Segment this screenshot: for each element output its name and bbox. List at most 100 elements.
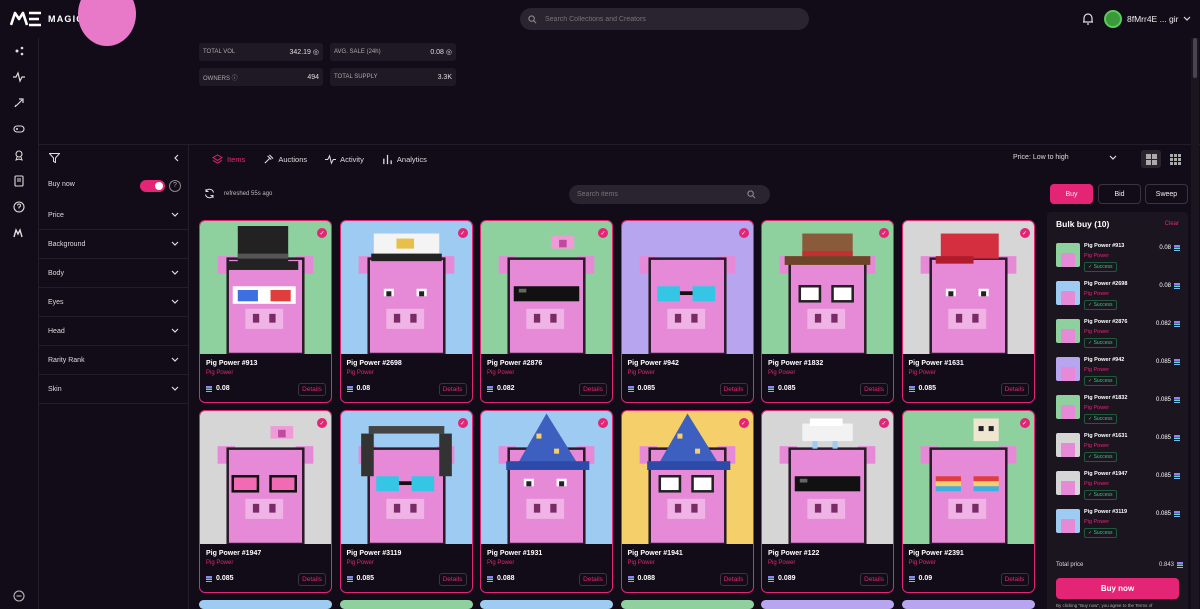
details-button[interactable]: Details xyxy=(860,383,888,396)
settings-circle-icon[interactable] xyxy=(13,590,25,602)
nft-card-partial[interactable] xyxy=(199,600,332,609)
tab-items[interactable]: Items xyxy=(212,154,245,165)
book-icon[interactable] xyxy=(13,175,25,187)
help-icon[interactable] xyxy=(13,201,25,213)
filter-rarity-rank[interactable]: Rarity Rank xyxy=(39,346,189,375)
selected-check-icon[interactable]: ✓ xyxy=(457,228,468,238)
nft-card[interactable]: ✓ Pig Power #913 Pig Power 0.08 Details xyxy=(199,220,332,403)
cart-item[interactable]: Pig Power #1631 Pig Power ✓ Success 0.085 xyxy=(1056,433,1183,463)
selected-check-icon[interactable]: ✓ xyxy=(1019,418,1030,428)
details-button[interactable]: Details xyxy=(860,573,888,586)
nft-collection[interactable]: Pig Power xyxy=(487,560,514,566)
nft-card-partial[interactable] xyxy=(620,600,754,609)
help-icon[interactable]: ? xyxy=(169,180,181,192)
wallet-button[interactable]: 8fMrr4E ... gir xyxy=(1104,10,1191,28)
nft-collection[interactable]: Pig Power xyxy=(347,370,374,376)
nft-card[interactable]: ✓ Pig Power #2391 Pig Power 0.09 Details xyxy=(901,410,1035,593)
nft-collection[interactable]: Pig Power xyxy=(909,370,936,376)
collapse-chevron-left-icon[interactable] xyxy=(173,154,179,162)
refresh-icon[interactable] xyxy=(204,188,215,199)
nft-collection[interactable]: Pig Power xyxy=(628,560,655,566)
cart-item[interactable]: Pig Power #942 Pig Power ✓ Success 0.085 xyxy=(1056,357,1183,387)
details-button[interactable]: Details xyxy=(438,573,467,586)
details-button[interactable]: Details xyxy=(719,573,748,586)
info-icon[interactable]: ⓘ xyxy=(232,76,238,82)
cart-item[interactable]: Pig Power #1947 Pig Power ✓ Success 0.085 xyxy=(1056,471,1183,501)
page-scrollbar[interactable] xyxy=(1191,38,1199,609)
nft-collection[interactable]: Pig Power xyxy=(206,560,233,566)
filter-background[interactable]: Background xyxy=(39,230,189,259)
cart-item[interactable]: Pig Power #1832 Pig Power ✓ Success 0.085 xyxy=(1056,395,1183,425)
buy-now-button[interactable]: Buy now xyxy=(1056,578,1179,599)
award-icon[interactable] xyxy=(13,149,25,161)
nft-card-partial[interactable] xyxy=(901,600,1035,609)
magic-eden-small-icon[interactable] xyxy=(13,227,25,239)
details-button[interactable]: Details xyxy=(579,383,607,396)
grid-small-view-button[interactable] xyxy=(1165,150,1185,168)
nft-card[interactable]: ✓ Pig Power #2876 Pig Power 0.082 Details xyxy=(480,220,613,403)
nft-collection[interactable]: Pig Power xyxy=(347,560,374,566)
sort-dropdown[interactable]: Price: Low to high xyxy=(1013,154,1117,161)
tab-analytics[interactable]: Analytics xyxy=(382,154,427,165)
selected-check-icon[interactable]: ✓ xyxy=(879,418,889,428)
details-button[interactable]: Details xyxy=(438,383,467,396)
selected-check-icon[interactable]: ✓ xyxy=(1019,228,1030,238)
nft-collection[interactable]: Pig Power xyxy=(768,370,795,376)
nft-collection[interactable]: Pig Power xyxy=(628,370,655,376)
buy-mode-button[interactable]: Buy xyxy=(1050,184,1093,204)
items-search[interactable] xyxy=(569,185,770,204)
nft-collection[interactable]: Pig Power xyxy=(909,560,936,566)
selected-check-icon[interactable]: ✓ xyxy=(317,228,327,238)
nft-card-partial[interactable] xyxy=(339,600,473,609)
bid-mode-button[interactable]: Bid xyxy=(1098,184,1141,204)
global-search[interactable] xyxy=(520,8,809,30)
scrollbar-thumb[interactable] xyxy=(1193,38,1197,78)
filter-skin[interactable]: Skin xyxy=(39,375,189,404)
tab-auctions[interactable]: Auctions xyxy=(263,154,307,165)
items-search-input[interactable] xyxy=(577,191,747,198)
filter-body[interactable]: Body xyxy=(39,259,189,288)
nft-collection[interactable]: Pig Power xyxy=(768,560,795,566)
details-button[interactable]: Details xyxy=(719,383,748,396)
details-button[interactable]: Details xyxy=(1000,573,1029,586)
nft-card[interactable]: ✓ Pig Power #1931 Pig Power 0.088 Details xyxy=(480,410,613,593)
filter-eyes[interactable]: Eyes xyxy=(39,288,189,317)
nft-collection[interactable]: Pig Power xyxy=(206,370,233,376)
nft-card[interactable]: ✓ Pig Power #1631 Pig Power 0.085 Details xyxy=(901,220,1035,403)
sparkle-icon[interactable] xyxy=(13,45,25,57)
filter-price[interactable]: Price xyxy=(39,201,189,230)
activity-icon[interactable] xyxy=(13,71,25,83)
nft-card-partial[interactable] xyxy=(480,600,613,609)
selected-check-icon[interactable]: ✓ xyxy=(738,228,749,238)
selected-check-icon[interactable]: ✓ xyxy=(738,418,749,428)
nft-collection[interactable]: Pig Power xyxy=(487,370,514,376)
cart-item[interactable]: Pig Power #913 Pig Power ✓ Success 0.08 xyxy=(1056,243,1183,273)
details-button[interactable]: Details xyxy=(1000,383,1029,396)
sweep-mode-button[interactable]: Sweep xyxy=(1145,184,1188,204)
cart-item[interactable]: Pig Power #2876 Pig Power ✓ Success 0.082 xyxy=(1056,319,1183,349)
details-button[interactable]: Details xyxy=(298,383,326,396)
nft-card[interactable]: ✓ Pig Power #942 Pig Power 0.085 Details xyxy=(620,220,754,403)
filter-icon[interactable] xyxy=(49,153,60,163)
nft-card[interactable]: ✓ Pig Power #1832 Pig Power 0.085 Details xyxy=(761,220,894,403)
selected-check-icon[interactable]: ✓ xyxy=(457,418,468,428)
selected-check-icon[interactable]: ✓ xyxy=(598,418,608,428)
selected-check-icon[interactable]: ✓ xyxy=(317,418,327,428)
buy-now-toggle[interactable] xyxy=(140,180,165,192)
notification-bell-icon[interactable] xyxy=(1082,12,1094,25)
filter-head[interactable]: Head xyxy=(39,317,189,346)
cart-item[interactable]: Pig Power #3119 Pig Power ✓ Success 0.085 xyxy=(1056,509,1183,539)
cart-item[interactable]: Pig Power #2698 Pig Power ✓ Success 0.08 xyxy=(1056,281,1183,311)
tab-activity[interactable]: Activity xyxy=(325,154,364,165)
global-search-input[interactable] xyxy=(545,15,765,23)
nft-card[interactable]: ✓ Pig Power #1941 Pig Power 0.088 Details xyxy=(620,410,754,593)
details-button[interactable]: Details xyxy=(298,573,326,586)
details-button[interactable]: Details xyxy=(579,573,607,586)
nft-card[interactable]: ✓ Pig Power #1947 Pig Power 0.085 Details xyxy=(199,410,332,593)
clear-cart-button[interactable]: Clear xyxy=(1165,221,1179,227)
nft-card[interactable]: ✓ Pig Power #122 Pig Power 0.089 Details xyxy=(761,410,894,593)
grid-large-view-button[interactable] xyxy=(1141,150,1161,168)
rocket-icon[interactable] xyxy=(13,97,25,109)
selected-check-icon[interactable]: ✓ xyxy=(879,228,889,238)
nft-card[interactable]: ✓ Pig Power #2698 Pig Power 0.08 Details xyxy=(339,220,473,403)
